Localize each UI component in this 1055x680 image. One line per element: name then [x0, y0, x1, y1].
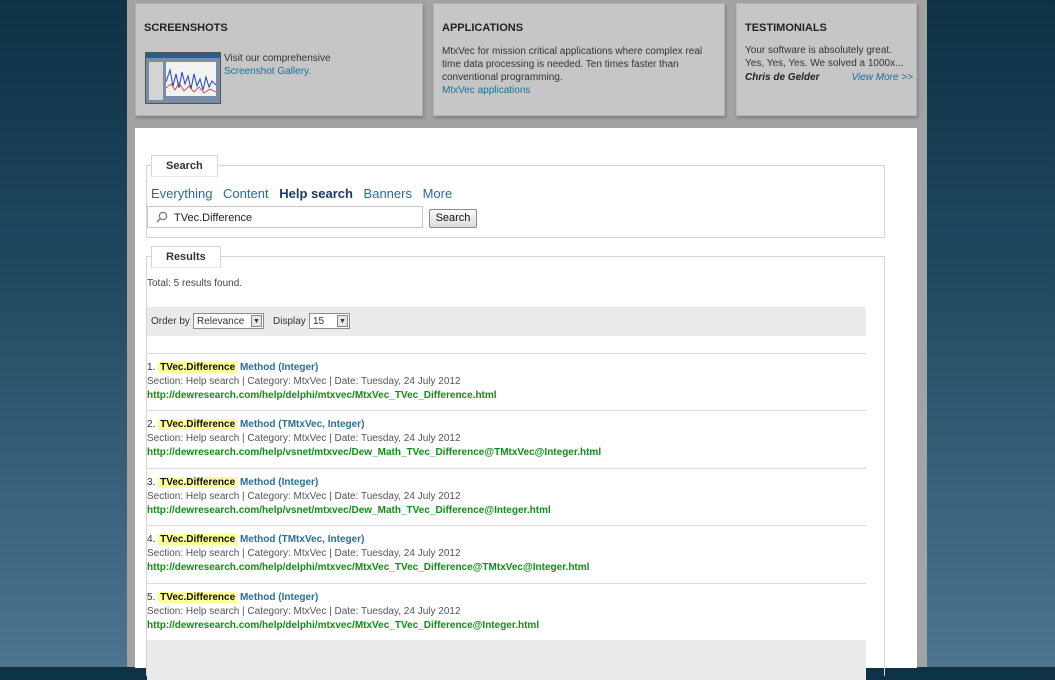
search-icon: [156, 211, 168, 226]
screenshot-gallery-link[interactable]: Screenshot Gallery.: [224, 65, 331, 78]
search-button[interactable]: Search: [429, 209, 477, 228]
divider: [147, 525, 866, 526]
result-meta: Section: Help search | Category: MtxVec …: [147, 376, 461, 387]
result-url[interactable]: http://dewresearch.com/help/vsnet/mtxvec…: [147, 504, 551, 517]
result-item: 2. TVec.Difference Method (TMtxVec, Inte…: [147, 418, 601, 459]
testimonials-title: TESTIMONIALS: [745, 22, 827, 34]
result-title-link[interactable]: Method (Integer): [240, 592, 318, 603]
chevron-down-icon: ▼: [337, 315, 348, 327]
divider: [147, 410, 866, 411]
testimonial-text-line: Your software is absolutely great.: [745, 45, 892, 56]
result-title-link[interactable]: Method (Integer): [240, 362, 318, 373]
results-total: Total: 5 results found.: [147, 278, 243, 289]
result-item: 1. TVec.Difference Method (Integer) Sect…: [147, 361, 497, 402]
result-number: 2.: [147, 419, 156, 430]
screenshots-text: Visit our comprehensive: [224, 53, 331, 64]
screenshot-thumbnail[interactable]: [145, 52, 221, 104]
result-title-link[interactable]: Method (TMtxVec, Integer): [240, 534, 364, 545]
search-tabs: Everything Content Help search Banners M…: [151, 186, 459, 201]
result-url[interactable]: http://dewresearch.com/help/delphi/mtxve…: [147, 619, 539, 632]
page-container: SCREENSHOTS Visit our comprehensive Scre…: [127, 0, 927, 680]
result-title-link[interactable]: Method (TMtxVec, Integer): [240, 419, 364, 430]
search-query: TVec.Difference: [174, 212, 253, 224]
search-panel: Search Everything Content Help search Ba…: [146, 155, 885, 238]
result-highlight[interactable]: TVec.Difference: [158, 419, 238, 430]
testimonial-text-line: Yes, Yes, Yes. We solved a 1000x...: [745, 58, 904, 69]
applications-box: APPLICATIONS MtxVec for mission critical…: [433, 3, 725, 116]
order-bar: Order by Relevance ▼ Display 15 ▼: [147, 307, 866, 336]
result-url[interactable]: http://dewresearch.com/help/delphi/mtxve…: [147, 561, 589, 574]
result-url[interactable]: http://dewresearch.com/help/delphi/mtxve…: [147, 389, 497, 402]
result-item: 4. TVec.Difference Method (TMtxVec, Inte…: [147, 533, 589, 574]
testimonials-box: TESTIMONIALS Your software is absolutely…: [736, 3, 917, 116]
display-label: Display: [273, 316, 306, 327]
order-by-select[interactable]: Relevance ▼: [193, 313, 264, 329]
applications-text-line: MtxVec for mission critical applications…: [442, 46, 703, 57]
applications-title: APPLICATIONS: [442, 22, 524, 34]
result-meta: Section: Help search | Category: MtxVec …: [147, 548, 461, 559]
result-highlight[interactable]: TVec.Difference: [158, 362, 238, 373]
testimonial-author: Chris de Gelder: [745, 72, 820, 83]
screenshots-title: SCREENSHOTS: [144, 22, 228, 34]
result-url[interactable]: http://dewresearch.com/help/vsnet/mtxvec…: [147, 446, 601, 459]
order-by-label: Order by: [151, 316, 190, 327]
search-legend: Search: [151, 155, 218, 177]
screenshots-box: SCREENSHOTS Visit our comprehensive Scre…: [135, 3, 423, 116]
result-highlight[interactable]: TVec.Difference: [158, 534, 238, 545]
divider: [147, 583, 866, 584]
tab-more[interactable]: More: [423, 186, 453, 201]
main-content: Search Everything Content Help search Ba…: [135, 128, 917, 680]
divider: [147, 353, 866, 354]
result-number: 3.: [147, 477, 156, 488]
result-number: 5.: [147, 592, 156, 603]
display-select[interactable]: 15 ▼: [309, 313, 350, 329]
result-number: 4.: [147, 534, 156, 545]
result-highlight[interactable]: TVec.Difference: [158, 477, 238, 488]
tab-help-search[interactable]: Help search: [279, 186, 353, 201]
result-meta: Section: Help search | Category: MtxVec …: [147, 491, 461, 502]
result-highlight[interactable]: TVec.Difference: [158, 592, 238, 603]
tab-content[interactable]: Content: [223, 186, 269, 201]
search-input[interactable]: TVec.Difference: [147, 206, 423, 228]
tab-banners[interactable]: Banners: [364, 186, 412, 201]
tab-everything[interactable]: Everything: [151, 186, 212, 201]
order-by-value: Relevance: [197, 316, 245, 327]
view-more-link[interactable]: View More >>: [851, 71, 913, 84]
result-title-link[interactable]: Method (Integer): [240, 477, 318, 488]
results-panel: Results Total: 5 results found. Order by…: [146, 246, 885, 680]
divider: [147, 468, 866, 469]
chevron-down-icon: ▼: [251, 315, 262, 327]
applications-text-line: conventional programming.: [442, 72, 563, 83]
result-item: 5. TVec.Difference Method (Integer) Sect…: [147, 591, 539, 632]
applications-text-line: time data processing is needed. Ten time…: [442, 59, 679, 70]
results-legend: Results: [151, 246, 221, 268]
mtxvec-applications-link[interactable]: MtxVec applications: [442, 84, 702, 97]
pagination-bar: [147, 640, 866, 680]
result-meta: Section: Help search | Category: MtxVec …: [147, 433, 461, 444]
display-value: 15: [313, 316, 325, 327]
result-meta: Section: Help search | Category: MtxVec …: [147, 606, 461, 617]
result-item: 3. TVec.Difference Method (Integer) Sect…: [147, 476, 551, 517]
result-number: 1.: [147, 362, 156, 373]
